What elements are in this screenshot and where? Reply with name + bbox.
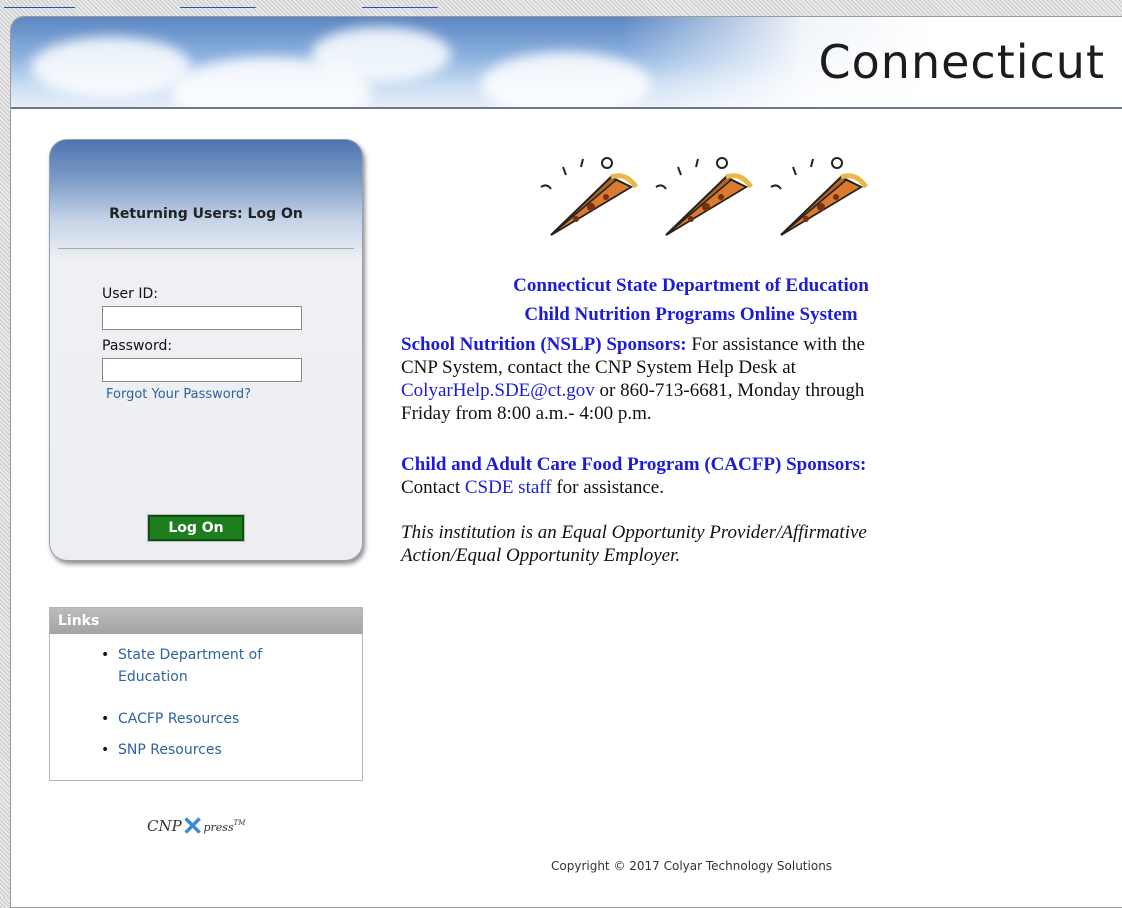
eeo-text: Action/Equal Opportunity Employer. [401, 545, 681, 566]
nslp-paragraph: School Nutrition (NSLP) Sponsors: For as… [401, 333, 865, 425]
eeo-statement: This institution is an Equal Opportunity… [401, 521, 867, 567]
user-id-label: User ID: [102, 286, 158, 302]
page-frame: Connecticut Returning Users: Log On User… [10, 16, 1122, 908]
links-panel: Links State Department of Education CACF… [49, 607, 363, 781]
cacfp-header: Child and Adult Care Food Program (CACFP… [401, 454, 867, 475]
nslp-text: For assistance with the [686, 334, 865, 355]
login-heading: Returning Users: Log On [109, 206, 303, 222]
copyright: Copyright © 2017 Colyar Technology Solut… [551, 859, 833, 873]
link-state-department-of-education[interactable]: State Department of Education [101, 644, 263, 688]
banner-title: Connecticut [818, 35, 1105, 89]
links-header: Links [50, 608, 362, 634]
cacfp-text: Contact [401, 477, 465, 498]
cacfp-paragraph: Child and Adult Care Food Program (CACFP… [401, 453, 866, 499]
nslp-line3: ColyarHelp.SDE@ct.gov or 860-713-6681, M… [401, 379, 865, 402]
pizza-slice-icon [665, 173, 754, 236]
page-title: Connecticut State Department of Educatio… [513, 275, 869, 296]
csde-staff-link[interactable]: CSDE staff [465, 477, 552, 498]
header-banner: Connecticut [11, 17, 1122, 109]
cloud-shape [311, 27, 451, 82]
divider [58, 248, 354, 249]
log-on-button[interactable]: Log On [147, 514, 245, 542]
nslp-header: School Nutrition (NSLP) Sponsors: [401, 334, 687, 355]
top-link-strip [0, 0, 1122, 10]
link-label: CACFP Resources [118, 711, 240, 727]
pizza-slice-icon [550, 173, 639, 236]
cnp-express-logo: CNP✕pressTM [147, 812, 245, 842]
sparkle-icons [540, 157, 843, 190]
nslp-text: Friday from 8:00 a.m.- 4:00 p.m. [401, 403, 652, 424]
eeo-text: This institution is an Equal Opportunity… [401, 522, 867, 543]
logo-tm: TM [233, 819, 246, 827]
pizza-slice-icon [780, 173, 869, 236]
top-link[interactable] [180, 0, 256, 10]
login-panel: Returning Users: Log On User ID: Passwor… [49, 139, 363, 561]
link-snp-resources[interactable]: SNP Resources [101, 739, 222, 761]
link-label: State Department of [118, 647, 263, 663]
user-id-input[interactable] [102, 306, 302, 330]
logo-x-icon: ✕ [181, 812, 204, 842]
password-input[interactable] [102, 358, 302, 382]
nslp-text: or 860-713-6681, Monday through [594, 380, 865, 401]
cacfp-line: Contact CSDE staff for assistance. [401, 476, 866, 499]
page-subtitle: Child Nutrition Programs Online System [524, 304, 858, 325]
cloud-shape [31, 37, 191, 97]
top-link[interactable] [362, 0, 438, 10]
link-cacfp-resources[interactable]: CACFP Resources [101, 708, 240, 730]
helpdesk-email-link[interactable]: ColyarHelp.SDE@ct.gov [401, 380, 595, 401]
top-link[interactable] [4, 0, 75, 10]
password-label: Password: [102, 338, 173, 354]
cacfp-text: for assistance. [551, 477, 664, 498]
forgot-password-link[interactable]: Forgot Your Password? [106, 387, 251, 402]
pizza-slices-illustration [540, 157, 869, 236]
logo-cnp-text: CNP [147, 817, 182, 835]
nslp-line1: School Nutrition (NSLP) Sponsors: For as… [401, 333, 865, 356]
nslp-text: CNP System, contact the CNP System Help … [401, 357, 796, 378]
logo-press-text: press [203, 821, 234, 834]
link-label: Education [118, 669, 188, 685]
link-label: SNP Resources [118, 742, 222, 758]
